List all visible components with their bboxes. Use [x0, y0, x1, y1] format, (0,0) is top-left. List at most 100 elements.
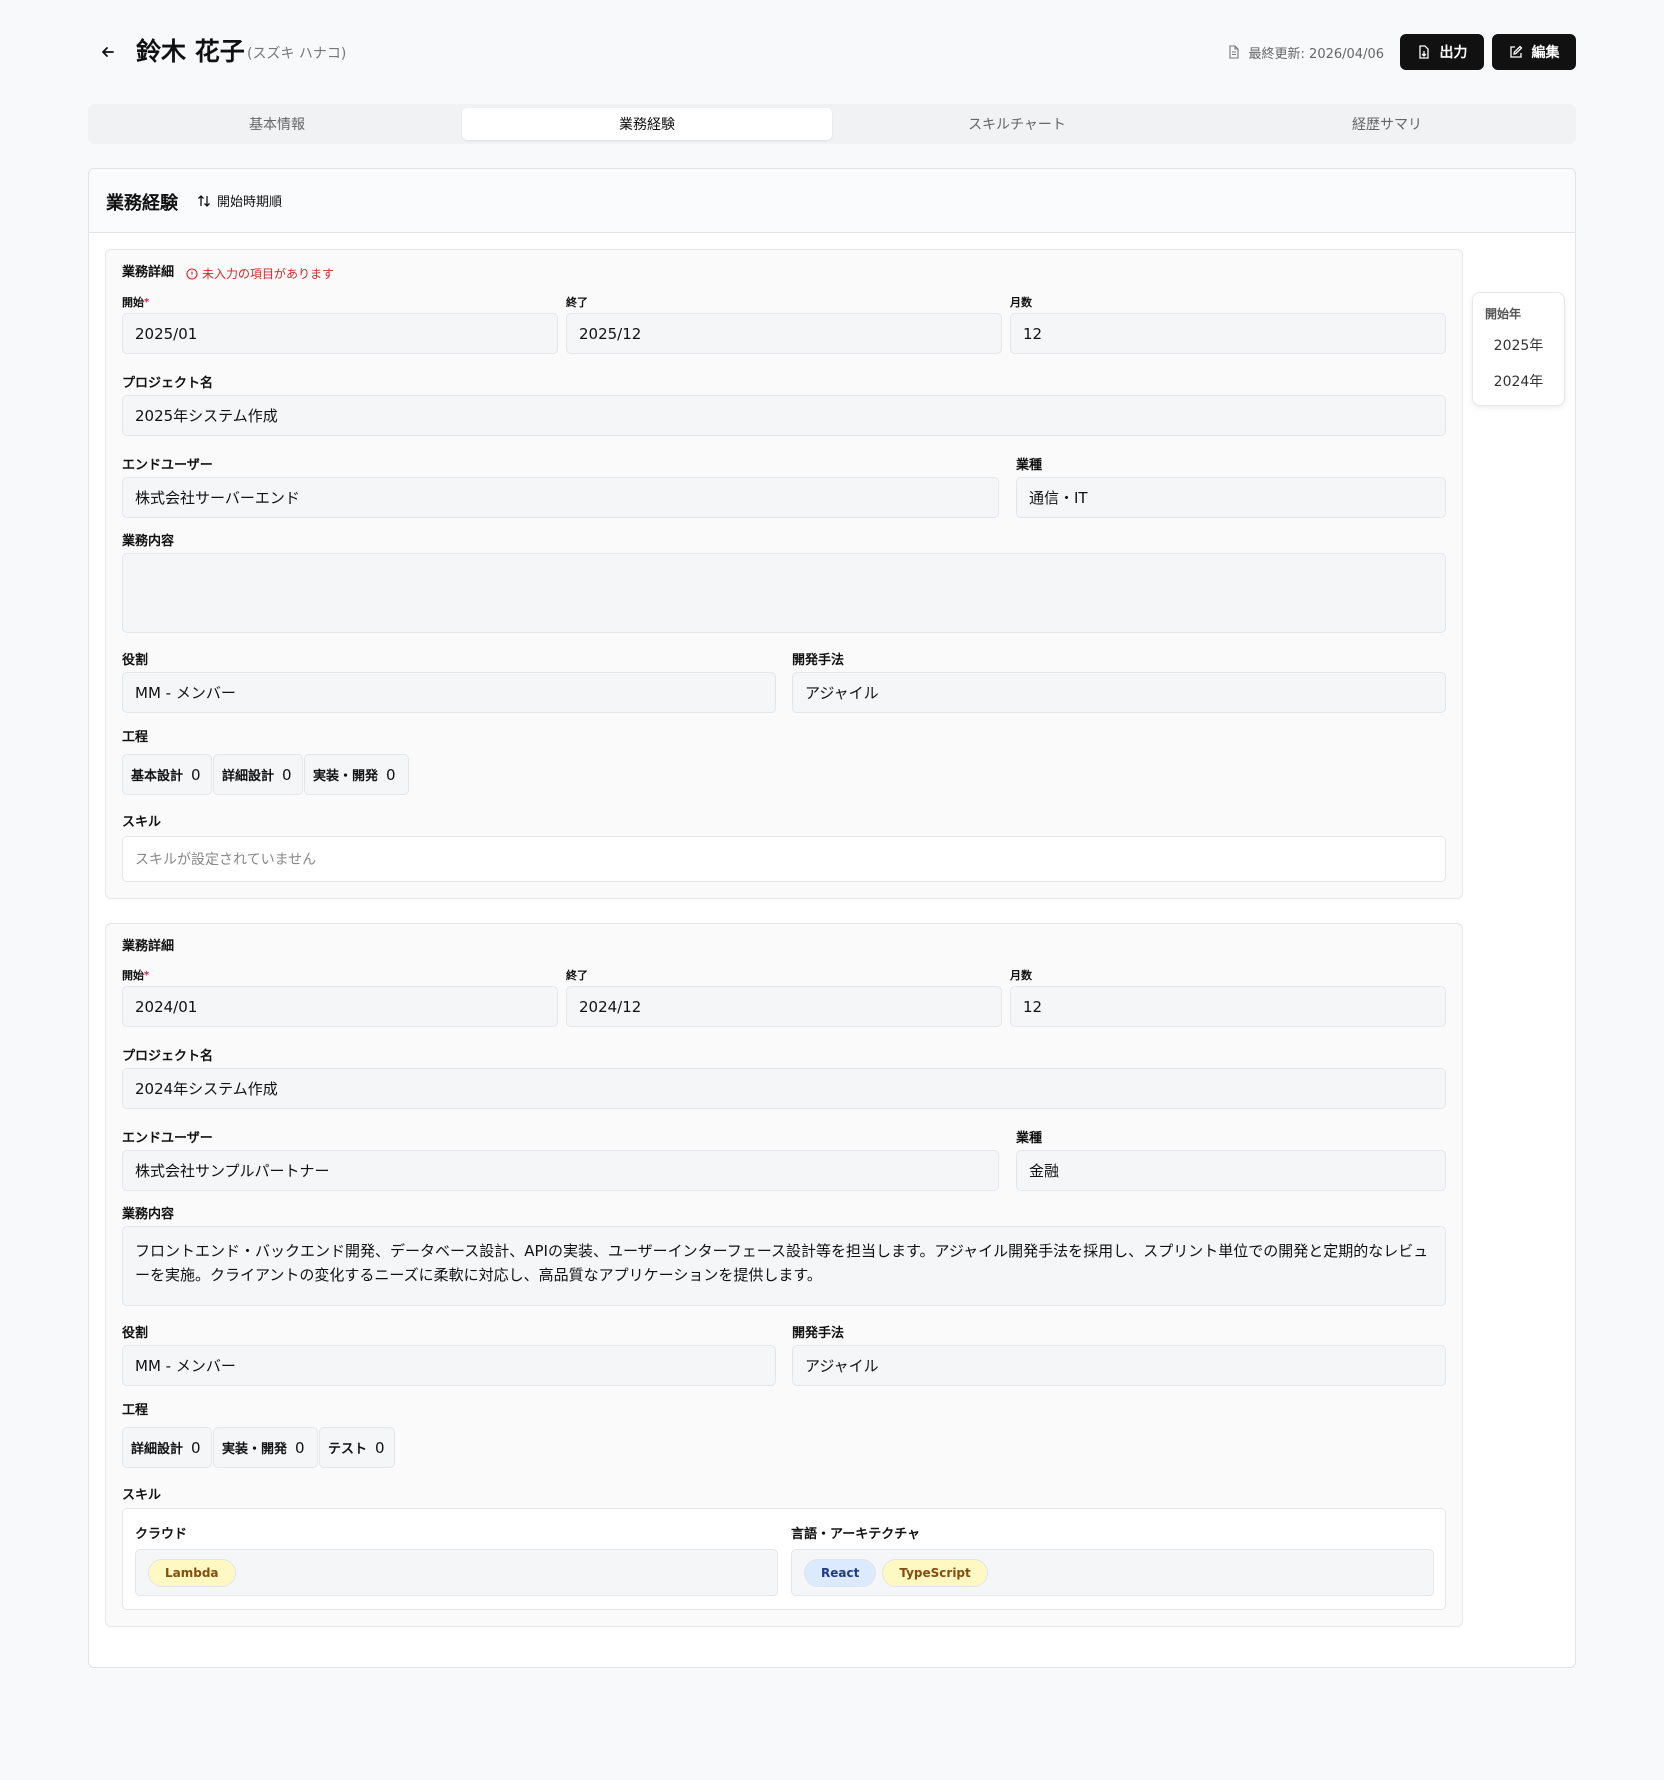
- process-value: 0: [191, 1438, 201, 1457]
- process-chip[interactable]: テスト 0: [319, 1427, 395, 1468]
- end-user-label: エンドユーザー: [122, 458, 213, 473]
- back-button[interactable]: [96, 40, 120, 64]
- start-label-text: 開始: [122, 969, 144, 982]
- end-user-field[interactable]: 株式会社サンプルパートナー: [122, 1150, 999, 1191]
- tab-bar: 基本情報 業務経験 スキルチャート 経歴サマリ: [88, 104, 1576, 144]
- sort-button[interactable]: 開始時期順: [197, 191, 282, 210]
- warning-text: 未入力の項目があります: [202, 267, 335, 281]
- skills-empty-text: スキルが設定されていません: [135, 852, 317, 868]
- content-field[interactable]: フロントエンド・バックエンド開発、データベース設計、APIの実装、ユーザーインタ…: [122, 1226, 1446, 1306]
- last-updated: 最終更新: 2026/04/06: [1227, 34, 1384, 70]
- skill-tag-list: Lambda: [135, 1549, 778, 1596]
- skill-tag[interactable]: React: [804, 1558, 877, 1587]
- arrow-left-icon: [102, 47, 114, 57]
- end-label: 終了: [566, 969, 588, 982]
- skills-label: スキル: [122, 1488, 162, 1503]
- end-user-field[interactable]: 株式会社サーバーエンド: [122, 477, 999, 518]
- skill-category-title: クラウド: [135, 1527, 188, 1542]
- content-field[interactable]: [122, 553, 1446, 633]
- warning-message: 未入力の項目があります: [186, 265, 334, 282]
- role-field[interactable]: MM - メンバー: [122, 1345, 776, 1386]
- end-field[interactable]: 2024/12: [566, 986, 1002, 1027]
- end-field[interactable]: 2025/12: [566, 313, 1002, 354]
- months-label: 月数: [1010, 969, 1032, 982]
- process-chip[interactable]: 基本設計 0: [122, 754, 212, 795]
- process-name: 詳細設計: [131, 1442, 184, 1457]
- start-field[interactable]: 2024/01: [122, 986, 558, 1027]
- start-label: 開始*: [122, 295, 149, 311]
- document-icon: [1228, 45, 1239, 59]
- process-chip[interactable]: 実装・開発 0: [213, 1427, 318, 1468]
- process-value: 0: [375, 1438, 385, 1457]
- profile-name: 鈴木 花子: [136, 37, 245, 66]
- detail-label: 業務詳細: [122, 265, 175, 280]
- required-mark: *: [144, 970, 150, 981]
- last-updated-text: 最終更新: 2026/04/06: [1248, 46, 1384, 62]
- role-label: 役割: [122, 1326, 149, 1341]
- year-nav-item[interactable]: 2025年: [1473, 335, 1564, 355]
- months-field[interactable]: 12: [1010, 986, 1446, 1027]
- process-list: 基本設計 0 詳細設計 0 実装・開発 0: [122, 754, 422, 795]
- method-field[interactable]: アジャイル: [792, 672, 1446, 713]
- export-label: 出力: [1439, 45, 1468, 61]
- industry-label: 業種: [1016, 1131, 1043, 1146]
- tab-career-summary[interactable]: 経歴サマリ: [1202, 108, 1572, 140]
- start-field[interactable]: 2025/01: [122, 313, 558, 354]
- project-label: プロジェクト名: [122, 376, 214, 391]
- project-label: プロジェクト名: [122, 1049, 214, 1064]
- skill-category-title: 言語・アーキテクチャ: [791, 1527, 921, 1542]
- process-name: テスト: [328, 1442, 368, 1457]
- content-label: 業務内容: [122, 1207, 175, 1222]
- skill-tag-list: React TypeScript: [791, 1549, 1434, 1596]
- end-label: 終了: [566, 296, 588, 309]
- process-value: 0: [191, 765, 201, 784]
- method-field[interactable]: アジャイル: [792, 1345, 1446, 1386]
- tab-skill-chart[interactable]: スキルチャート: [832, 108, 1202, 140]
- process-name: 実装・開発: [313, 769, 379, 784]
- process-list: 詳細設計 0 実装・開発 0 テスト 0: [122, 1427, 422, 1468]
- start-label: 開始*: [122, 968, 149, 984]
- process-value: 0: [295, 1438, 305, 1457]
- industry-field[interactable]: 通信・IT: [1016, 477, 1446, 518]
- skills-box[interactable]: スキルが設定されていません: [122, 836, 1446, 882]
- process-label: 工程: [122, 730, 149, 745]
- sort-label: 開始時期順: [217, 195, 283, 210]
- year-navigation: 開始年 2025年 2024年: [1472, 292, 1565, 406]
- method-label: 開発手法: [792, 1326, 845, 1341]
- export-button[interactable]: 出力: [1400, 34, 1484, 70]
- edit-icon: [1509, 45, 1522, 58]
- skill-tag[interactable]: Lambda: [148, 1558, 236, 1587]
- project-field[interactable]: 2025年システム作成: [122, 395, 1446, 436]
- industry-field[interactable]: 金融: [1016, 1150, 1446, 1191]
- page-header: 鈴木 花子 (スズキ ハナコ) 最終更新: 2026/04/06 出力 編集: [88, 34, 1576, 70]
- tab-basic-info[interactable]: 基本情報: [92, 108, 462, 140]
- content-label: 業務内容: [122, 534, 175, 549]
- alert-circle-icon: [186, 267, 198, 280]
- role-field[interactable]: MM - メンバー: [122, 672, 776, 713]
- process-name: 基本設計: [131, 769, 184, 784]
- months-field[interactable]: 12: [1010, 313, 1446, 354]
- skills-label: スキル: [122, 815, 162, 830]
- tab-work-experience[interactable]: 業務経験: [462, 108, 832, 140]
- work-experience-card: 業務経験 開始時期順 業務詳細 未入力の項目があります 開始* 終了 月数 20…: [88, 168, 1576, 1668]
- process-chip[interactable]: 実装・開発 0: [304, 754, 409, 795]
- process-chip[interactable]: 詳細設計 0: [213, 754, 303, 795]
- process-name: 実装・開発: [222, 1442, 288, 1457]
- project-field[interactable]: 2024年システム作成: [122, 1068, 1446, 1109]
- year-nav-item[interactable]: 2024年: [1473, 371, 1564, 391]
- end-user-label: エンドユーザー: [122, 1131, 213, 1146]
- months-label: 月数: [1010, 296, 1032, 309]
- profile-kana: (スズキ ハナコ): [247, 46, 347, 62]
- skills-box: クラウド Lambda 言語・アーキテクチャ React TypeScript: [122, 1508, 1446, 1610]
- industry-label: 業種: [1016, 458, 1043, 473]
- year-nav-title: 開始年: [1485, 307, 1522, 321]
- role-label: 役割: [122, 653, 149, 668]
- process-value: 0: [386, 765, 396, 784]
- edit-button[interactable]: 編集: [1492, 34, 1576, 70]
- edit-label: 編集: [1531, 45, 1560, 61]
- method-label: 開発手法: [792, 653, 845, 668]
- file-export-icon: [1418, 45, 1429, 59]
- work-entry: 業務詳細 未入力の項目があります 開始* 終了 月数 2025/01 2025/…: [105, 249, 1463, 899]
- skill-tag[interactable]: TypeScript: [882, 1558, 988, 1587]
- process-chip[interactable]: 詳細設計 0: [122, 1427, 212, 1468]
